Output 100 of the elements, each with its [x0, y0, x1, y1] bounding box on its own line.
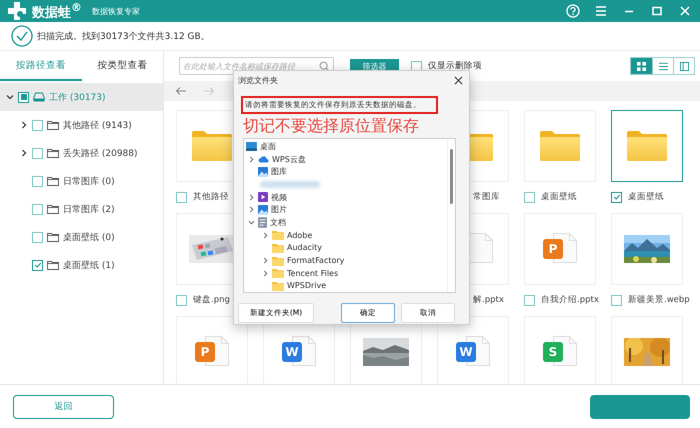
- app-logo: 数据蛙$^{®}$: [32, 0, 82, 22]
- check-circle-icon: [11, 25, 33, 47]
- folder-icon: [47, 120, 59, 130]
- caret-icon[interactable]: [248, 218, 255, 226]
- scan-status-text: 扫描完成。找到30173个文件共3.12 GB。: [37, 30, 210, 42]
- grid-icon[interactable]: [637, 62, 646, 70]
- file-name: 其他路径: [193, 191, 229, 203]
- dialog-title: 浏览文件夹: [238, 74, 278, 86]
- caret-icon[interactable]: [248, 156, 255, 163]
- file-name: 桌面壁纸: [541, 191, 577, 203]
- tree-item-label[interactable]: 日常图库 (2): [63, 202, 115, 216]
- file-name: 常图库: [473, 191, 500, 203]
- app-subtitle: 数据恢复专家: [92, 6, 140, 16]
- folder-icon: [272, 230, 284, 240]
- tree-item-label[interactable]: 其他路径 (9143): [63, 118, 132, 132]
- folder-name[interactable]: 图片: [271, 204, 287, 216]
- app-badge-icon: S: [543, 342, 563, 362]
- folder-name[interactable]: Tencent Files: [287, 268, 338, 278]
- folder-name[interactable]: Adobe: [287, 230, 312, 240]
- checkbox[interactable]: [411, 60, 422, 72]
- app-badge-icon: P: [543, 239, 563, 259]
- checkbox[interactable]: [524, 294, 535, 306]
- caret-icon[interactable]: [6, 93, 14, 101]
- drive-icon: [33, 92, 45, 102]
- checkbox[interactable]: [611, 294, 622, 306]
- tree-item-label[interactable]: 日常图库 (0): [63, 174, 115, 188]
- file-name: 桌面壁纸: [628, 191, 664, 203]
- folder-icon: [47, 232, 59, 242]
- app-badge-icon: W: [456, 342, 476, 362]
- blurred-item: [260, 180, 320, 188]
- folder-icon: [47, 204, 59, 214]
- video-icon: [258, 192, 268, 202]
- maximize-icon[interactable]: [650, 4, 664, 18]
- folder-name[interactable]: 文档: [270, 216, 286, 228]
- folder-icon: [47, 176, 59, 186]
- folder-icon: [47, 260, 59, 270]
- desktop-icon: [246, 142, 257, 151]
- caret-icon[interactable]: [248, 206, 255, 214]
- columns-icon[interactable]: [680, 62, 688, 70]
- caret-icon[interactable]: [262, 232, 269, 239]
- checkbox[interactable]: [32, 232, 43, 242]
- warning-text: 切记不要选择原位置保存: [243, 116, 420, 136]
- view-tab[interactable]: 按类型查看: [82, 51, 163, 81]
- file-card[interactable]: [611, 110, 683, 182]
- tree-item-label[interactable]: 桌面壁纸 (1): [63, 258, 115, 272]
- file-name: 解.pptx: [473, 294, 504, 306]
- menu-icon[interactable]: [594, 4, 608, 18]
- checkbox[interactable]: [32, 176, 43, 186]
- list-icon[interactable]: [658, 62, 668, 70]
- caret-icon[interactable]: [20, 149, 28, 157]
- document-icon: [258, 216, 267, 228]
- folder-name[interactable]: FormatFactory: [287, 256, 344, 266]
- tree-item-label[interactable]: 丢失路径 (20988): [63, 146, 138, 160]
- folder-icon: [540, 131, 580, 161]
- caret-icon[interactable]: [20, 121, 28, 129]
- caret-icon[interactable]: [248, 194, 255, 201]
- checkbox[interactable]: [524, 192, 535, 202]
- checkbox[interactable]: [611, 192, 622, 202]
- recover-button[interactable]: [590, 394, 690, 418]
- tree-item-label[interactable]: 桌面壁纸 (0): [63, 230, 115, 244]
- folder-name[interactable]: 视频: [271, 192, 287, 203]
- file-name: 自我介绍.pptx: [541, 294, 599, 306]
- folder-name[interactable]: WPS云盘: [272, 154, 306, 165]
- folder-icon: [192, 131, 232, 161]
- image-icon: [258, 204, 268, 215]
- folder-icon: [272, 256, 284, 266]
- back-arrow-icon[interactable]: [175, 86, 187, 96]
- back-button[interactable]: 返回: [13, 394, 114, 418]
- checkbox[interactable]: [32, 260, 43, 270]
- folder-icon: [627, 131, 667, 161]
- app-badge-icon: P: [195, 342, 215, 362]
- view-tab[interactable]: 按路径查看: [0, 51, 82, 81]
- folder-name[interactable]: 桌面: [260, 140, 276, 152]
- app-badge-icon: W: [282, 342, 302, 362]
- close-icon[interactable]: [454, 76, 463, 84]
- folder-icon: [272, 280, 284, 291]
- folder-icon: [470, 131, 493, 161]
- file-name: 新疆美景.webp: [628, 294, 690, 306]
- folder-icon: [272, 242, 284, 253]
- checkbox[interactable]: [18, 92, 29, 102]
- search-field[interactable]: 在此处输入文件名称或保存路径: [179, 57, 334, 75]
- help-icon[interactable]: [566, 4, 580, 18]
- cloud-icon: [258, 155, 269, 164]
- grid-view-button[interactable]: [631, 58, 652, 74]
- checkbox[interactable]: [176, 192, 187, 202]
- folder-name[interactable]: 图库: [271, 166, 287, 178]
- scrollbar[interactable]: [447, 139, 455, 292]
- folder-icon: [272, 268, 284, 278]
- search-icon[interactable]: [319, 60, 330, 72]
- deleted-only-label[interactable]: 仅显示删除项: [428, 60, 482, 72]
- checkbox[interactable]: [32, 204, 43, 214]
- folder-name[interactable]: Audacity: [287, 243, 322, 252]
- caret-icon[interactable]: [262, 270, 269, 277]
- checkbox[interactable]: [32, 148, 43, 158]
- checkbox[interactable]: [32, 120, 43, 130]
- image-icon: [258, 166, 268, 177]
- folder-icon: [47, 148, 59, 158]
- checkbox[interactable]: [176, 294, 187, 306]
- caret-icon[interactable]: [262, 257, 269, 264]
- folder-name[interactable]: WPSDrive: [287, 281, 326, 290]
